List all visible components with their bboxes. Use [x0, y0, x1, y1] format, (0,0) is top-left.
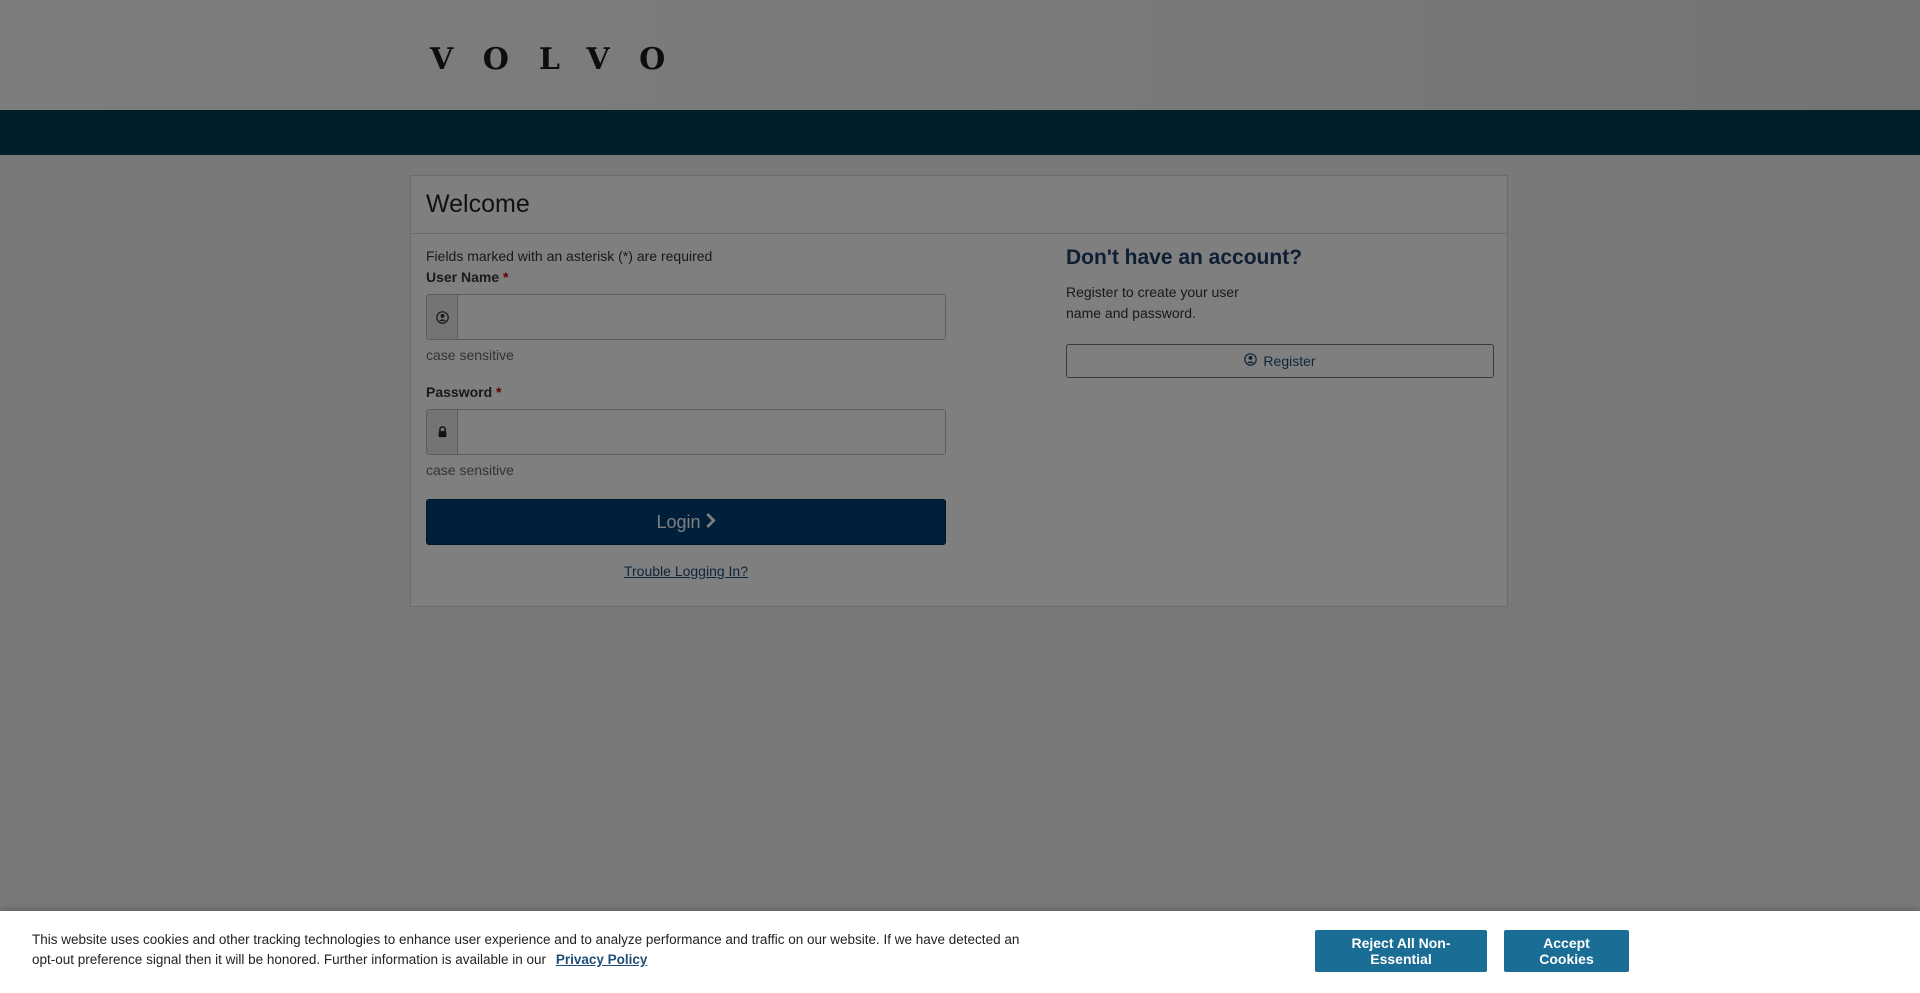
cookie-banner: This website uses cookies and other trac… — [0, 911, 1920, 993]
page: VOLVO Welcome Fields marked with an aste… — [0, 0, 1920, 993]
cookie-message: This website uses cookies and other trac… — [32, 932, 1020, 967]
cookie-banner-text: This website uses cookies and other trac… — [32, 930, 1042, 970]
accept-cookies-button[interactable]: Accept Cookies — [1504, 930, 1629, 972]
modal-overlay — [0, 0, 1920, 993]
reject-all-non-essential-button[interactable]: Reject All Non-Essential — [1315, 930, 1487, 972]
privacy-policy-link[interactable]: Privacy Policy — [556, 952, 648, 967]
